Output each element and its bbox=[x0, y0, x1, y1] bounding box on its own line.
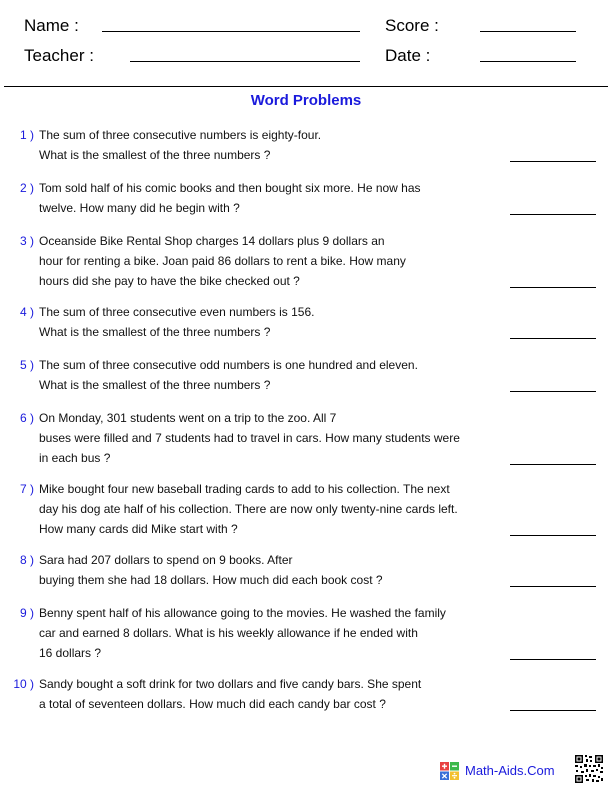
math-operations-icon bbox=[440, 762, 459, 780]
problem-text-line: On Monday, 301 students went on a trip t… bbox=[39, 411, 337, 425]
problem-text-line: Tom sold half of his comic books and the… bbox=[39, 181, 421, 195]
score-field[interactable] bbox=[480, 31, 576, 32]
answer-blank[interactable] bbox=[510, 586, 596, 587]
problem-number: 1 ) bbox=[19, 128, 34, 142]
answer-blank[interactable] bbox=[510, 659, 596, 660]
answer-blank[interactable] bbox=[510, 710, 596, 711]
problem-number: 6 ) bbox=[19, 411, 34, 425]
problem-text-line: Sandy bought a soft drink for two dollar… bbox=[39, 677, 422, 691]
answer-blank[interactable] bbox=[510, 464, 596, 465]
problem-number: 8 ) bbox=[19, 553, 34, 567]
problem-text-line: hour for renting a bike. Joan paid 86 do… bbox=[39, 254, 406, 268]
name-label: Name : bbox=[24, 16, 79, 35]
problem-text-line: Sara had 207 dollars to spend on 9 books… bbox=[39, 553, 293, 567]
problem-text-line: The sum of three consecutive odd numbers… bbox=[39, 358, 418, 372]
site-link[interactable]: Math-Aids.Com bbox=[465, 763, 555, 778]
problem-text-line: What is the smallest of the three number… bbox=[39, 148, 271, 162]
date-field[interactable] bbox=[480, 61, 576, 62]
problem-number: 5 ) bbox=[19, 358, 34, 372]
name-field[interactable] bbox=[102, 31, 360, 32]
teacher-label: Teacher : bbox=[24, 46, 94, 65]
problem-text-line: How many cards did Mike start with ? bbox=[39, 522, 238, 536]
problem-text-line: buying them she had 18 dollars. How much… bbox=[39, 573, 383, 587]
problem-number: 7 ) bbox=[19, 482, 34, 496]
problem-text-line: buses were filled and 7 students had to … bbox=[39, 431, 460, 445]
problem-text-line: Oceanside Bike Rental Shop charges 14 do… bbox=[39, 234, 385, 248]
problem-text-line: hours did she pay to have the bike check… bbox=[39, 274, 300, 288]
problem-text-line: in each bus ? bbox=[39, 451, 111, 465]
header-divider bbox=[4, 86, 608, 87]
problem-text-line: twelve. How many did he begin with ? bbox=[39, 201, 240, 215]
problem-number: 3 ) bbox=[19, 234, 34, 248]
problem-number: 10 ) bbox=[13, 677, 34, 691]
problem-text-line: Mike bought four new baseball trading ca… bbox=[39, 482, 450, 496]
answer-blank[interactable] bbox=[510, 535, 596, 536]
problem-text-line: What is the smallest of the three number… bbox=[39, 325, 271, 339]
answer-blank[interactable] bbox=[510, 161, 596, 162]
problem-number: 4 ) bbox=[19, 305, 34, 319]
qr-code-icon bbox=[574, 754, 604, 784]
teacher-field[interactable] bbox=[130, 61, 360, 62]
answer-blank[interactable] bbox=[510, 391, 596, 392]
problem-text-line: What is the smallest of the three number… bbox=[39, 378, 271, 392]
page-title: Word Problems bbox=[250, 92, 362, 109]
problem-number: 2 ) bbox=[19, 181, 34, 195]
problem-text-line: The sum of three consecutive even number… bbox=[39, 305, 315, 319]
problem-text-line: 16 dollars ? bbox=[39, 646, 102, 660]
answer-blank[interactable] bbox=[510, 214, 596, 215]
answer-blank[interactable] bbox=[510, 287, 596, 288]
score-label: Score : bbox=[385, 16, 439, 35]
problem-text-line: The sum of three consecutive numbers is … bbox=[39, 128, 322, 142]
problem-text-line: a total of seventeen dollars. How much d… bbox=[39, 697, 386, 711]
date-label: Date : bbox=[385, 46, 431, 65]
problem-text-line: car and earned 8 dollars. What is his we… bbox=[39, 626, 418, 640]
problem-text-line: Benny spent half of his allowance going … bbox=[39, 606, 446, 620]
answer-blank[interactable] bbox=[510, 338, 596, 339]
problem-text-line: day his dog ate half of his collection. … bbox=[39, 502, 458, 516]
problem-number: 9 ) bbox=[19, 606, 34, 620]
